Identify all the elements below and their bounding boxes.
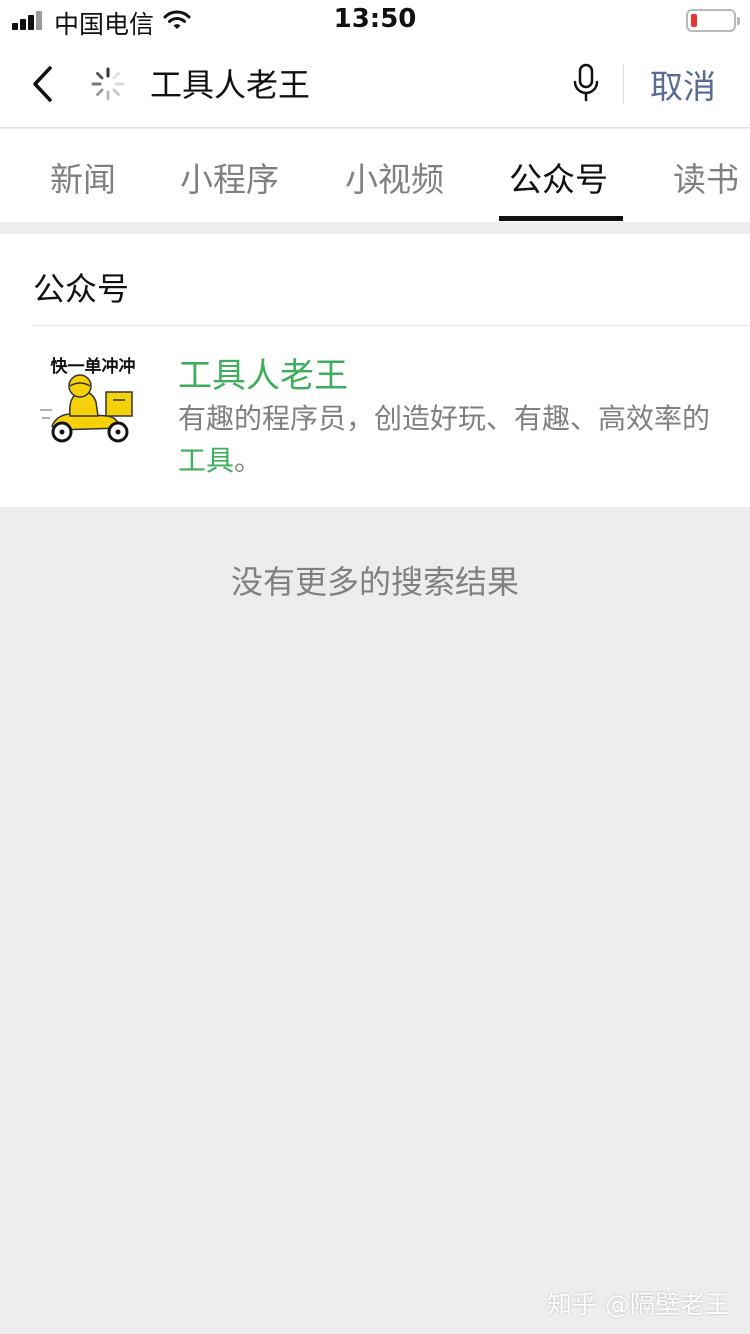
clock: 13:50 (333, 4, 417, 34)
account-avatar: 快一单冲冲 (40, 356, 136, 443)
description-highlight: 工具 (178, 444, 235, 477)
watermark: 知乎 @隔壁老王 (547, 1290, 730, 1319)
status-bar: 中国电信 13:50 (0, 0, 750, 40)
search-input[interactable] (150, 60, 530, 106)
description-text: 有趣的程序员，创造好玩、有趣、高效率的 (178, 402, 711, 435)
battery-icon (686, 9, 740, 32)
screen: 中国电信 13:50 工具人老王 取消 新闻 小程序 小视频 公众号 读书 公众… (0, 0, 750, 1334)
tab-mini-programs[interactable]: 小程序 (180, 153, 279, 201)
no-more-results-label: 没有更多的搜索结果 (230, 563, 519, 601)
cancel-button[interactable]: 取消 (650, 60, 716, 108)
category-tabs: 新闻 小程序 小视频 公众号 读书 (0, 129, 750, 222)
tab-short-videos[interactable]: 小视频 (345, 153, 444, 201)
back-arrow-icon[interactable] (30, 64, 56, 104)
section-title: 公众号 (33, 270, 130, 308)
tab-news[interactable]: 新闻 (50, 153, 116, 201)
result-item[interactable]: 快一单冲冲 工具人老王 有趣的程序员，创造好玩、有趣、高效率的工具。 (0, 326, 750, 507)
battery-level (691, 14, 697, 27)
tab-books[interactable]: 读书 (673, 153, 739, 201)
tab-official-accounts[interactable]: 公众号 (509, 153, 608, 201)
search-bar: 取消 (0, 40, 750, 128)
loading-spinner-icon (91, 67, 125, 101)
active-tab-indicator (499, 216, 623, 221)
search-divider (623, 64, 624, 104)
account-name: 工具人老王 (178, 356, 348, 396)
account-description: 有趣的程序员，创造好玩、有趣、高效率的工具。 (178, 398, 718, 482)
description-end: 。 (234, 444, 263, 477)
microphone-icon[interactable] (570, 62, 602, 106)
svg-text:快一单冲冲: 快一单冲冲 (51, 356, 136, 377)
results-section: 公众号 快一单冲冲 工具人老王 有趣的程序员，创造好玩、有趣、高效率的工具。 (0, 234, 750, 507)
